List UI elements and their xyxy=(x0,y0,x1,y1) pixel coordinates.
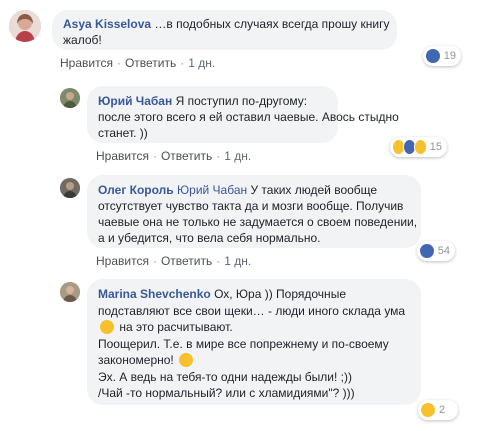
comment-author[interactable]: Юрий Чабан xyxy=(98,94,172,108)
comment-author[interactable]: Asya Kisselova xyxy=(63,17,151,31)
reaction-count: 19 xyxy=(443,50,456,62)
comment-author[interactable]: Олег Король xyxy=(98,183,174,197)
avatar[interactable] xyxy=(60,282,80,302)
comment-actions: Нравится · Ответить · 1 дн. xyxy=(96,149,251,163)
comment-actions: Нравится · Ответить · 1 дн. xyxy=(96,254,251,268)
avatar[interactable] xyxy=(9,10,41,42)
comment-text-line: отсутствует чувство такта да и мозги воо… xyxy=(98,199,404,213)
comment-text-line: подставляют все свои щеки… - люди иного … xyxy=(98,303,406,318)
comment-actions: Нравится · Ответить · 1 дн. xyxy=(60,56,215,70)
smile-emoji-icon xyxy=(179,353,194,367)
reaction-count: 2 xyxy=(439,404,446,416)
like-link[interactable]: Нравится xyxy=(96,149,149,163)
like-reaction-icon xyxy=(425,48,441,64)
reaction-summary[interactable]: 54 xyxy=(417,241,455,261)
mention-link[interactable]: Юрий Чабан xyxy=(177,183,247,197)
reply-link[interactable]: Ответить xyxy=(161,254,212,268)
avatar[interactable] xyxy=(60,178,80,198)
comment-text-line: Я поступил по-другому: xyxy=(175,94,308,108)
separator-dot: · xyxy=(152,254,157,268)
comment-text-line: Поощерил. Т.е. в мире все попрежнему и п… xyxy=(98,336,389,351)
comment-bubble: Олег Король Юрий Чабан У таких людей воо… xyxy=(87,175,421,248)
avatar[interactable] xyxy=(60,88,80,108)
like-reaction-icon xyxy=(419,243,435,259)
reply-link[interactable]: Ответить xyxy=(125,56,176,70)
comment-timestamp[interactable]: 1 дн. xyxy=(188,56,215,70)
reply-link[interactable]: Ответить xyxy=(161,149,212,163)
reaction-summary[interactable]: 19 xyxy=(423,46,461,66)
comment-bubble: Marina Shevchenko Ох, Юра )) Порядочные … xyxy=(87,279,421,405)
reaction-count: 15 xyxy=(429,141,443,153)
like-link[interactable]: Нравится xyxy=(60,56,113,70)
comment-text-line: на это расчитывают. xyxy=(119,320,233,334)
comment-text-line: …в подобных случаях всегда прошу книгу xyxy=(154,17,390,31)
comment-bubble: Asya Kisselova …в подобных случаях всегд… xyxy=(52,10,397,50)
haha-reaction-icon xyxy=(413,139,427,155)
comment-text-line: станет. )) xyxy=(98,126,148,140)
comment-text-line: жалоб! xyxy=(63,33,102,47)
comment-text-line: /Чай -то нормальный? или с хламидиями"? … xyxy=(98,386,355,400)
comment-text-line: У таких людей вообще xyxy=(250,183,378,197)
reaction-summary[interactable]: 15 xyxy=(390,137,447,157)
comment-timestamp[interactable]: 1 дн. xyxy=(224,254,251,268)
comment-text-line: а и убедится, что вела себя нормально. xyxy=(98,231,321,245)
separator-dot: · xyxy=(116,56,121,70)
comment-text-line: Эх. А ведь на тебя-то одни надежды были!… xyxy=(98,369,352,384)
comment-timestamp[interactable]: 1 дн. xyxy=(224,149,251,163)
reaction-summary[interactable]: 2 xyxy=(418,400,458,420)
separator-dot: · xyxy=(152,149,157,163)
separator-dot: · xyxy=(216,149,221,163)
comment-text-line: Ох, Юра )) Порядочные xyxy=(214,287,346,301)
comment-bubble: Юрий Чабан Я поступил по-другому: после … xyxy=(87,86,399,143)
comment-author[interactable]: Marina Shevchenko xyxy=(98,287,211,301)
comment-text-line: закономерно! xyxy=(98,353,174,367)
separator-dot: · xyxy=(180,56,185,70)
comment-text-line: чаевые она не только не задумается о сво… xyxy=(98,215,418,229)
separator-dot: · xyxy=(216,254,221,268)
like-link[interactable]: Нравится xyxy=(96,254,149,268)
smile-emoji-icon xyxy=(100,320,114,334)
haha-reaction-icon xyxy=(420,402,436,418)
reaction-count: 54 xyxy=(437,245,450,257)
comment-text-line: после этого всего я ей оставил чаевые. А… xyxy=(98,110,399,124)
